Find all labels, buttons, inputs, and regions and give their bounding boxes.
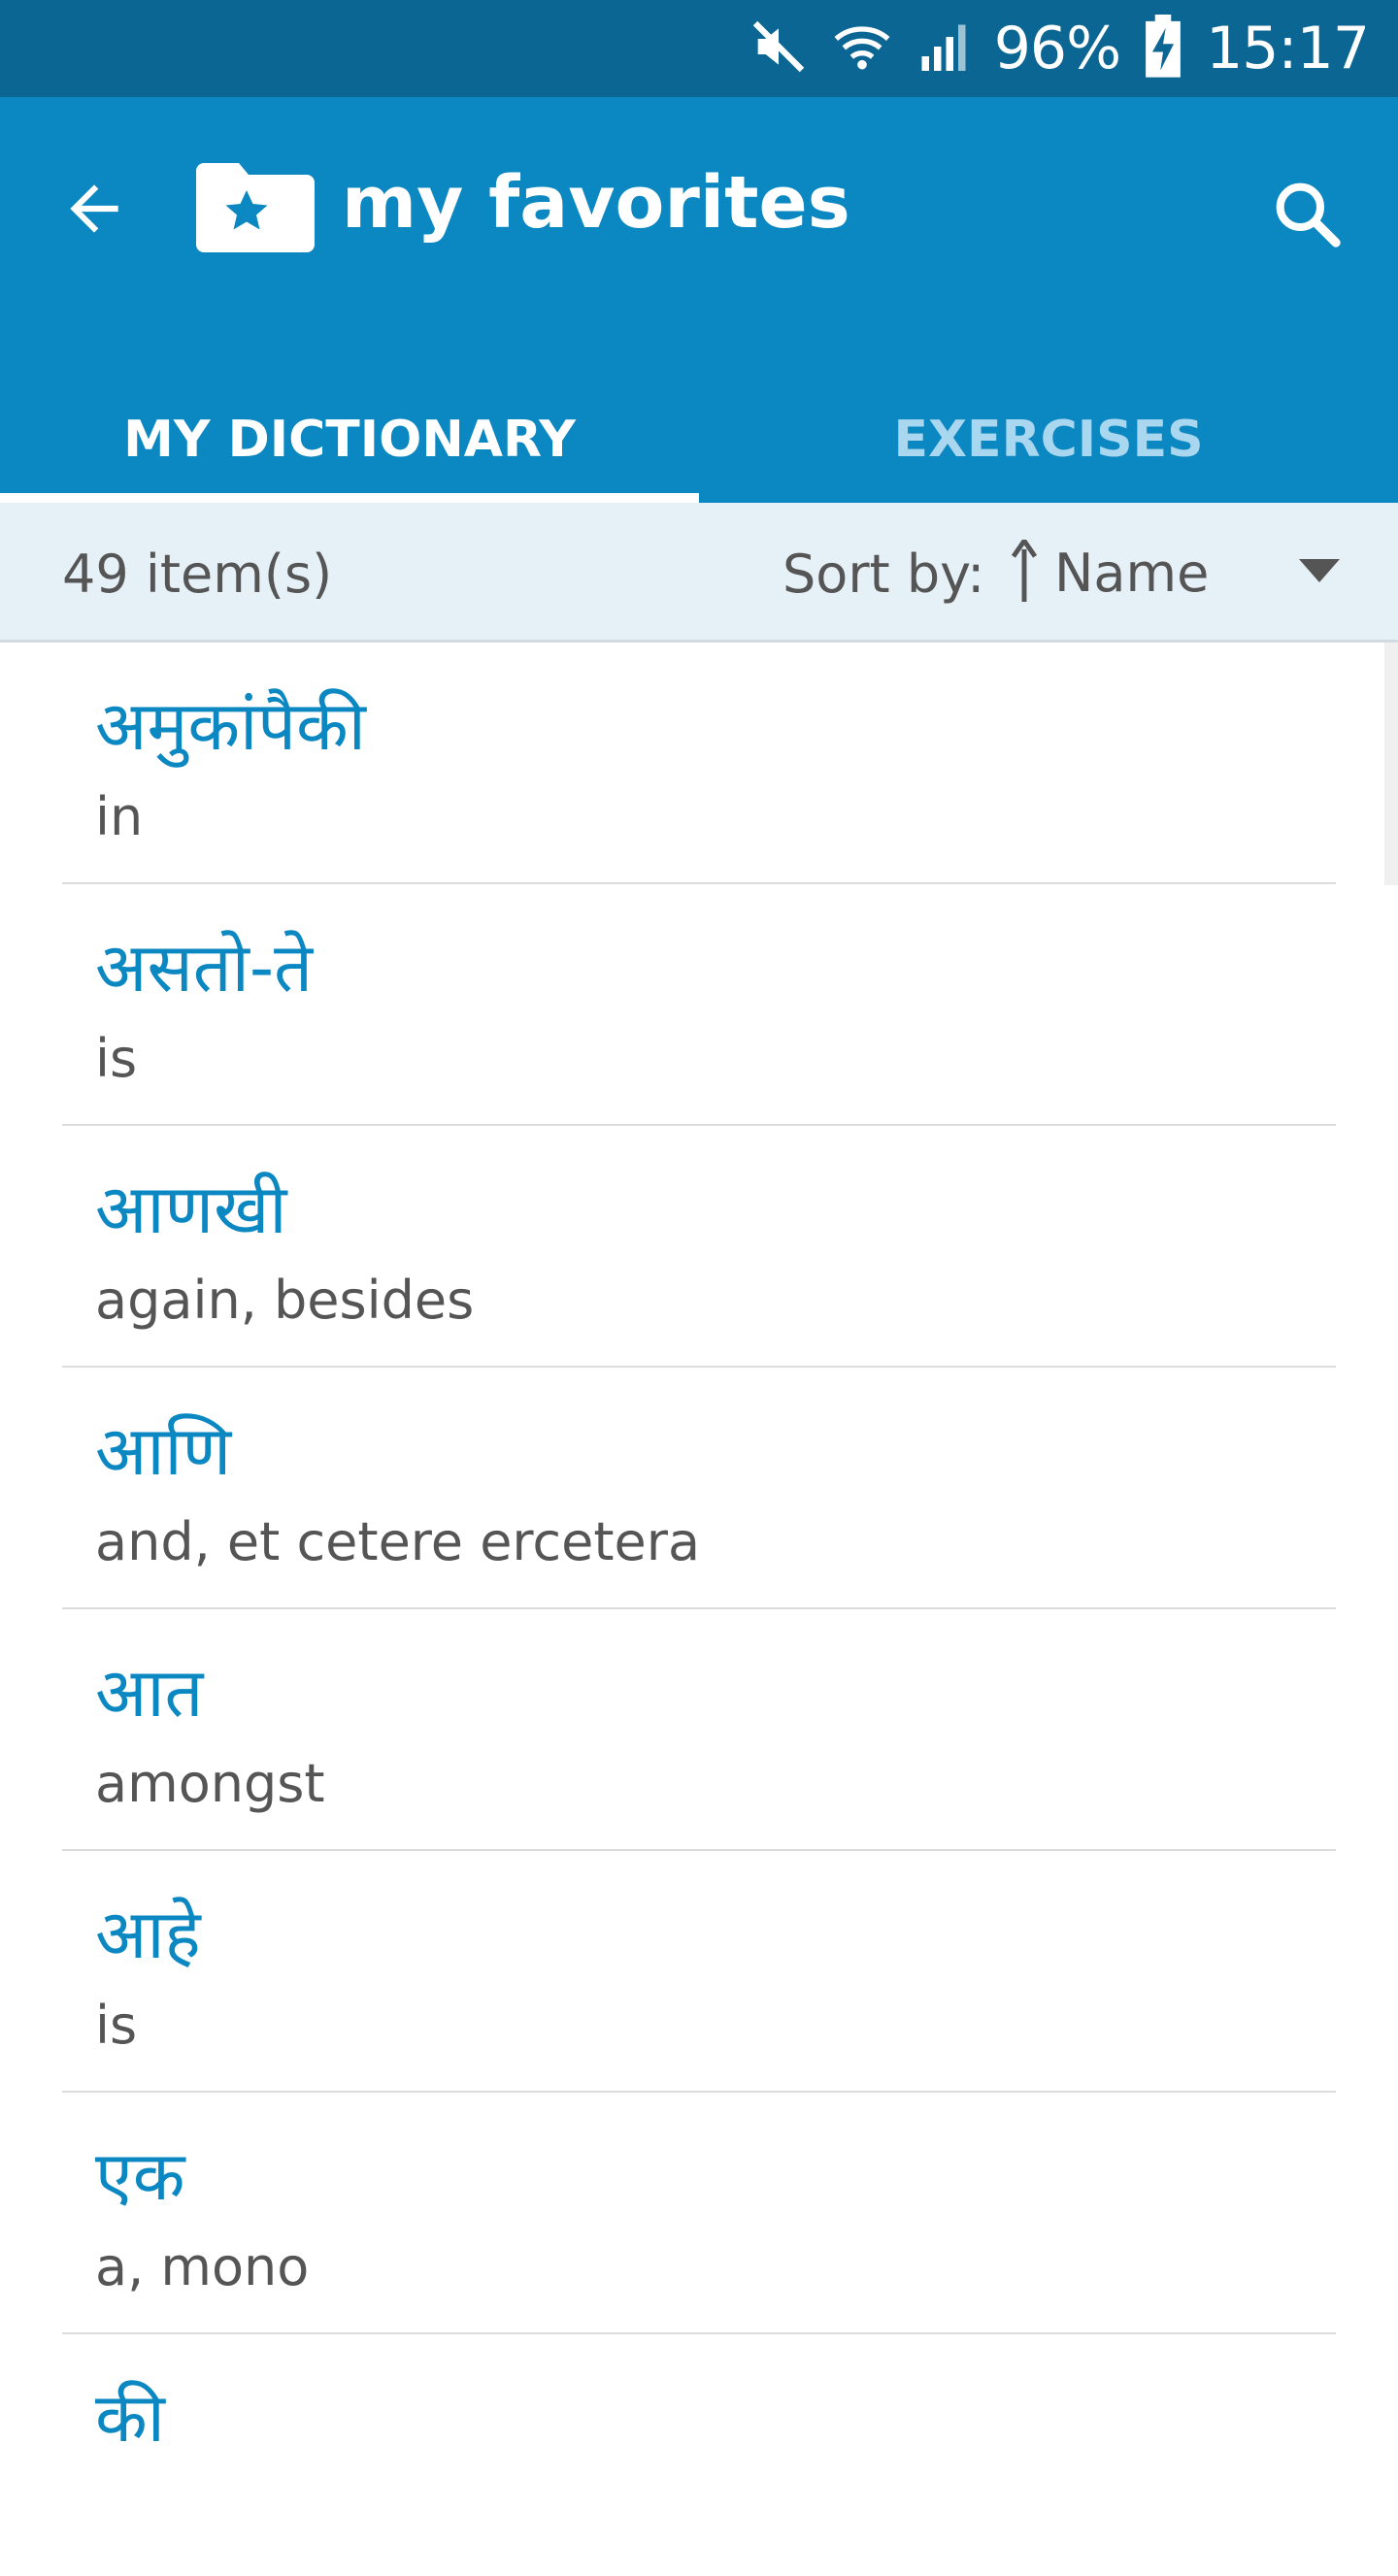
list-item-meaning: and, et cetere ercetera <box>95 1511 701 1572</box>
arrow-up-icon[interactable] <box>1010 536 1039 607</box>
caret-down-icon <box>1299 559 1340 587</box>
list-item-meaning: is <box>95 1995 138 2056</box>
list-item[interactable]: की <box>62 2334 1336 2576</box>
list-item-term: एक <box>95 2136 185 2216</box>
list-item-term: असतो-ते <box>95 928 313 1007</box>
battery-percent: 96% <box>993 15 1121 83</box>
folder-star-icon <box>196 155 315 252</box>
list-item[interactable]: आणि and, et cetere ercetera <box>62 1368 1336 1609</box>
list-item[interactable]: असतो-ते is <box>62 884 1336 1126</box>
favorites-list: अमुकांपैकी in असतो-ते is आणखी again, bes… <box>0 643 1398 2576</box>
arrow-left-icon <box>58 173 130 249</box>
tab-my-dictionary[interactable]: MY DICTIONARY <box>0 377 699 503</box>
sort-value: Name <box>1054 542 1210 604</box>
clock: 15:17 <box>1206 15 1370 83</box>
page-title: my favorites <box>342 161 850 245</box>
list-item-meaning: again, besides <box>95 1270 475 1331</box>
sort-bar: 49 item(s) Sort by: Name <box>0 503 1398 643</box>
list-item[interactable]: आत amongst <box>62 1609 1336 1851</box>
list-item-term: आणखी <box>95 1170 287 1249</box>
back-button[interactable] <box>50 167 138 254</box>
list-item-term: आहे <box>95 1895 201 1974</box>
list-item-meaning: is <box>95 1028 138 1089</box>
sort-dropdown[interactable]: Name <box>1010 522 1340 623</box>
list-item-term: आत <box>95 1653 204 1733</box>
mute-icon <box>748 16 810 83</box>
battery-charging-icon <box>1142 14 1184 83</box>
item-count: 49 item(s) <box>62 544 333 605</box>
list-item-term: आणि <box>95 1411 232 1491</box>
list-item-term: की <box>95 2378 165 2458</box>
sort-label: Sort by: <box>782 544 985 605</box>
status-bar: 96% 15:17 <box>0 0 1398 97</box>
list-item[interactable]: आणखी again, besides <box>62 1126 1336 1368</box>
search-icon <box>1268 175 1346 257</box>
list-item[interactable]: आहे is <box>62 1851 1336 2093</box>
tab-bar: MY DICTIONARY EXERCISES <box>0 377 1398 503</box>
list-item-meaning: amongst <box>95 1753 325 1814</box>
list-item-term: अमुकांपैकी <box>95 686 366 766</box>
scrollbar[interactable] <box>1384 643 1398 885</box>
search-button[interactable] <box>1258 167 1355 264</box>
signal-icon <box>915 17 973 81</box>
wifi-icon <box>831 16 893 83</box>
list-item-meaning: in <box>95 786 144 847</box>
list-item[interactable]: अमुकांपैकी in <box>62 643 1336 884</box>
list-item[interactable]: एक a, mono <box>62 2093 1336 2334</box>
app-bar: my favorites MY DICTIONARY EXERCISES <box>0 97 1398 503</box>
tab-exercises[interactable]: EXERCISES <box>699 377 1398 503</box>
list-item-meaning: a, mono <box>95 2236 310 2297</box>
